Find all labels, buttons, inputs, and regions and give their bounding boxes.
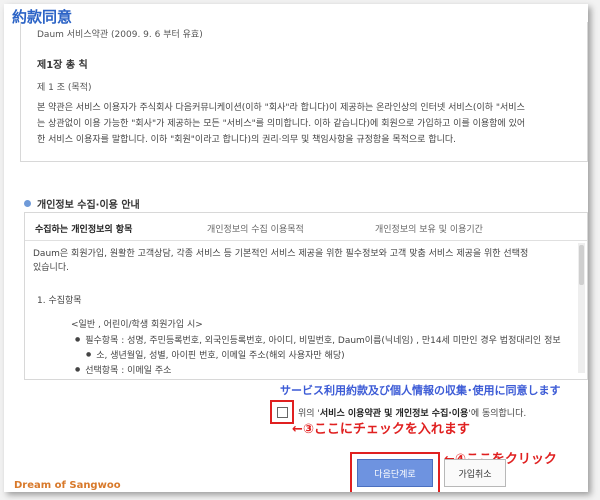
scrollbar-thumb[interactable] <box>579 245 584 285</box>
next-button-highlight: 다음단계로 <box>350 452 440 492</box>
terms-meta: Daum 서비스약관 (2009. 9. 6 부터 유효) <box>37 30 203 40</box>
collection-items-heading: 1. 수집항목 <box>37 296 82 306</box>
checkbox-highlight <box>270 400 294 424</box>
tab-collected-items[interactable]: 수집하는 개인정보의 항목 <box>35 222 132 235</box>
privacy-body-line: 있습니다. <box>33 263 69 273</box>
privacy-info-box[interactable]: 수집하는 개인정보의 항목 개인정보의 수집 이용목적 개인정보의 보유 및 이… <box>24 212 588 380</box>
privacy-body: Daum은 회원가입, 원활한 고객상담, 각종 서비스 등 기본적인 서비스 … <box>33 247 587 275</box>
list-item-optional: 선택항목 : 이메일 주소 <box>75 363 561 378</box>
bullet-dot-icon <box>24 200 31 207</box>
privacy-body-line: Daum은 회원가입, 원활한 고객상담, 각종 서비스 등 기본적인 서비스 … <box>33 249 529 259</box>
member-type-heading: <일반 , 어린이/학생 회원가입 시> <box>71 320 203 330</box>
agree-bold: 서비스 이용약관 및 개인정보 수집·이용 <box>319 408 469 419</box>
list-item-required: 필수항목 : 성명, 주민등록번호, 외국인등록번호, 아이디, 비밀번호, D… <box>75 333 560 348</box>
tab-retention[interactable]: 개인정보의 보유 및 이용기간 <box>375 222 483 235</box>
terms-body-line: 는 상관없이 이용 가능한 "회사"가 제공하는 모든 "서비스"를 의미합니다… <box>37 119 526 129</box>
annotation-step3: ←③ここにチェックを入れます <box>292 422 470 437</box>
agree-checkbox[interactable] <box>276 406 288 418</box>
collection-items-list: 필수항목 : 성명, 주민등록번호, 외국인등록번호, 아이디, 비밀번호, D… <box>75 333 561 378</box>
page-frame: 約款同意 Daum 서비스약관 (2009. 9. 6 부터 유효) 제1장 총… <box>4 4 588 492</box>
terms-article: 제 1 조 (목적) <box>37 83 92 93</box>
next-step-button[interactable]: 다음단계로 <box>357 459 433 487</box>
terms-chapter: 제1장 총 칙 <box>37 60 88 71</box>
terms-body: 본 약관은 서비스 이용자가 주식회사 다음커뮤니케이션(이하 "회사"라 합니… <box>37 100 587 148</box>
annotation-agree-note: サービス利用約款及び個人情報の収集･使用に同意します <box>280 384 561 397</box>
list-item-text: 소, 생년월일, 성별, 아이핀 번호, 이메일 주소(해외 사용자만 해당) <box>96 351 345 361</box>
terms-body-line: 본 약관은 서비스 이용자가 주식회사 다음커뮤니케이션(이하 "회사"라 합니… <box>37 103 525 113</box>
privacy-section-label: 개인정보 수집·이용 안내 <box>37 200 140 211</box>
privacy-scrollbar[interactable] <box>578 243 585 373</box>
terms-body-line: 한 서비스 이용자를 말합니다. 이하 "회원"이라고 합니다)의 권리·의무 … <box>37 135 457 145</box>
agree-prefix: 위의 ' <box>298 408 320 419</box>
terms-text-box[interactable]: Daum 서비스약관 (2009. 9. 6 부터 유효) 제1장 총 칙 제 … <box>20 22 588 162</box>
list-item-required-cont: 소, 생년월일, 성별, 아이핀 번호, 이메일 주소(해외 사용자만 해당) <box>75 348 561 363</box>
privacy-section-title: 개인정보 수집·이용 안내 <box>24 196 140 211</box>
privacy-tabs: 수집하는 개인정보의 항목 개인정보의 수집 이용목적 개인정보의 보유 및 이… <box>25 213 587 241</box>
cancel-signup-button[interactable]: 가입취소 <box>444 459 506 487</box>
agree-suffix: '에 동의합니다. <box>468 408 527 419</box>
tab-purpose[interactable]: 개인정보의 수집 이용목적 <box>207 222 304 235</box>
watermark: Dream of Sangwoo <box>14 480 121 491</box>
